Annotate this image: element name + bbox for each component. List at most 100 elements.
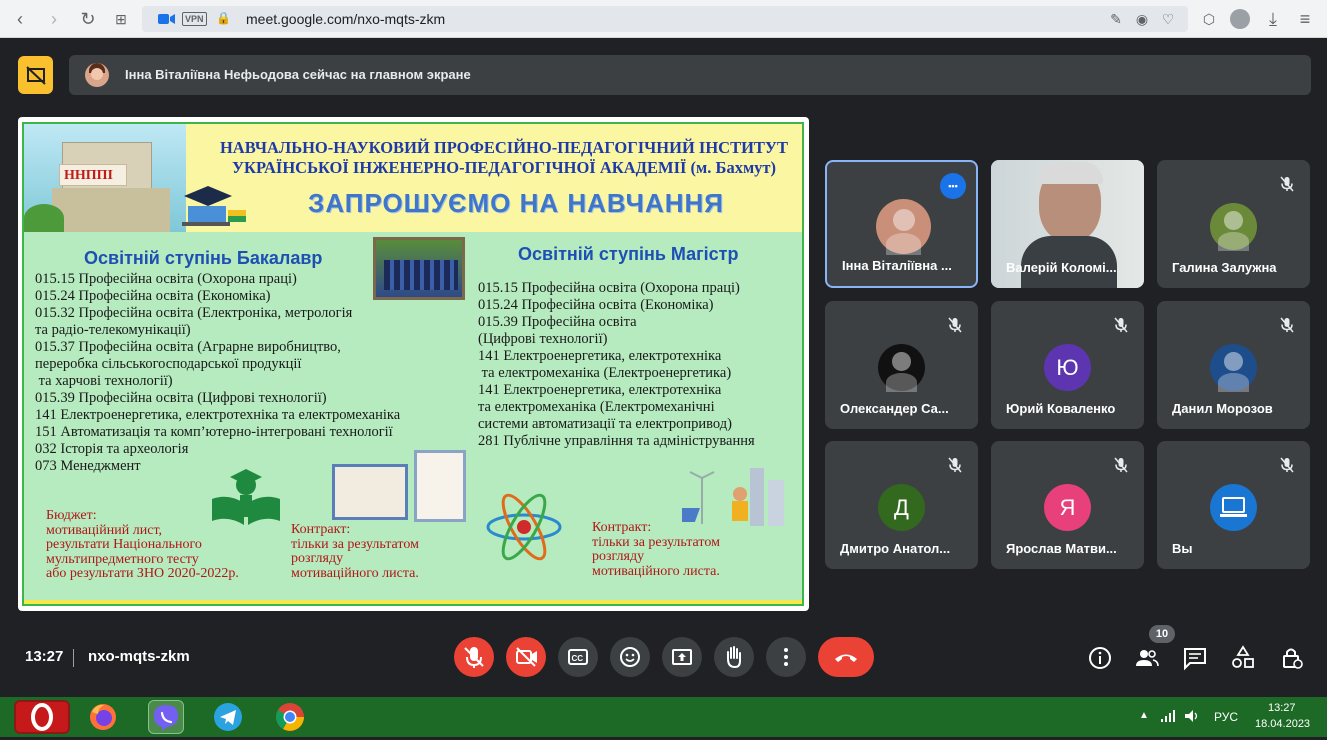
firefox-icon: [90, 704, 116, 730]
url-text[interactable]: meet.google.com/nxo-mqts-zkm: [246, 11, 445, 27]
participant-avatar: [878, 344, 925, 392]
participant-name: Юрий Коваленко: [1006, 401, 1116, 416]
participant-avatar: [1210, 203, 1257, 251]
bachelor-heading: Освітній ступінь Бакалавр: [84, 248, 323, 268]
mic-off-icon: [1278, 175, 1296, 193]
participant-name: Дмитро Анатол...: [840, 541, 951, 556]
participant-name: Олександер Са...: [840, 401, 949, 416]
leave-call-button[interactable]: [818, 637, 874, 677]
present-screen-icon: [672, 649, 692, 665]
box-icon[interactable]: ⬡: [1198, 8, 1220, 30]
master-heading: Освітній ступінь Магістр: [518, 244, 739, 264]
captions-button[interactable]: CC: [558, 637, 598, 677]
participant-avatar: Д: [878, 484, 925, 531]
slide-bottom-stripe: [24, 600, 802, 604]
energy-illustration: [664, 464, 794, 528]
clock-date[interactable]: 18.04.2023: [1255, 718, 1310, 730]
activities-icon[interactable]: [1230, 645, 1256, 671]
speed-dial-icon[interactable]: ⊞: [110, 8, 132, 30]
microphone-button[interactable]: [454, 637, 494, 677]
participant-tile[interactable]: Ю Юрий Коваленко: [991, 301, 1144, 429]
raise-hand-button[interactable]: [714, 637, 754, 677]
language-indicator[interactable]: РУС: [1214, 710, 1238, 724]
participant-name: Інна Віталіївна ...: [842, 258, 952, 273]
network-icon[interactable]: [1160, 709, 1176, 723]
opera-button[interactable]: [14, 700, 70, 734]
meeting-code: nxo-mqts-zkm: [88, 648, 190, 665]
chat-icon[interactable]: [1182, 645, 1208, 671]
building-image: ННППІ: [24, 124, 186, 232]
volume-icon[interactable]: [1184, 709, 1200, 723]
viber-icon: [154, 705, 178, 731]
hang-up-icon: [835, 654, 857, 662]
participant-tile[interactable]: ••• Інна Віталіївна ...: [825, 160, 978, 288]
mic-off-icon: [1278, 316, 1296, 334]
mic-off-icon: [464, 647, 484, 668]
presentation-toggle-button[interactable]: [18, 56, 53, 94]
screenshot-icon[interactable]: ◉: [1132, 9, 1152, 29]
camera-button[interactable]: [506, 637, 546, 677]
lock-icon[interactable]: 🔒: [216, 11, 231, 25]
divider: [73, 649, 74, 667]
bachelor-programs: 015.15 Професійна освіта (Охорона праці)…: [35, 271, 401, 474]
telegram-icon: [214, 703, 242, 731]
download-icon[interactable]: ⤓: [1262, 8, 1284, 30]
address-bar[interactable]: VPN 🔒 meet.google.com/nxo-mqts-zkm ✎ ◉ ♡: [142, 6, 1188, 32]
viber-button[interactable]: [148, 700, 184, 734]
group-photo: [373, 237, 465, 300]
reload-icon[interactable]: ↻: [77, 8, 99, 30]
firefox-button[interactable]: [86, 700, 120, 734]
participant-tile[interactable]: Данил Морозов: [1157, 301, 1310, 429]
logo-text: ННППІ: [64, 168, 114, 183]
contract-info-bachelor: Контракт: тільки за результатом розгляду…: [291, 522, 419, 581]
hand-icon: [727, 646, 741, 669]
meeting-info-icon[interactable]: [1087, 645, 1113, 671]
captions-icon: CC: [568, 649, 588, 665]
participant-tile[interactable]: Д Дмитро Анатол...: [825, 441, 978, 569]
presenter-avatar: [85, 63, 109, 87]
mic-off-icon: [1112, 456, 1130, 474]
camera-icon: [158, 14, 175, 24]
emoji-icon: [620, 647, 640, 667]
participant-name: Вы: [1172, 541, 1193, 556]
host-controls-icon[interactable]: [1279, 645, 1305, 671]
telegram-button[interactable]: [211, 700, 245, 734]
present-button[interactable]: [662, 637, 702, 677]
presenter-banner: Інна Віталіївна Нефьодова сейчас на глав…: [69, 55, 1311, 95]
people-icon[interactable]: [1134, 645, 1160, 671]
participant-tile[interactable]: Олександер Са...: [825, 301, 978, 429]
mic-off-icon: [1112, 316, 1130, 334]
atom-icon: [484, 489, 564, 565]
profile-icon[interactable]: [1230, 9, 1250, 29]
participant-name: Валерій Коломі...: [1006, 260, 1117, 275]
participant-tile[interactable]: Валерій Коломі...: [991, 160, 1144, 288]
participant-tile[interactable]: Галина Залужна: [1157, 160, 1310, 288]
tray-expand-icon[interactable]: ▲: [1139, 710, 1149, 721]
participant-avatar: [876, 199, 931, 256]
participant-name: Данил Морозов: [1172, 401, 1273, 416]
more-vert-icon: [784, 648, 788, 666]
menu-icon[interactable]: ≡: [1294, 8, 1316, 30]
reactions-button[interactable]: [610, 637, 650, 677]
shared-screen[interactable]: ННППІ НАВЧАЛЬНО-НАУКОВИЙ ПРОФЕСІЙНО-ПЕДА…: [18, 117, 809, 611]
participant-name: Галина Залужна: [1172, 260, 1277, 275]
heart-icon[interactable]: ♡: [1158, 9, 1178, 29]
slide-content: ННППІ НАВЧАЛЬНО-НАУКОВИЙ ПРОФЕСІЙНО-ПЕДА…: [22, 122, 804, 606]
more-options-button[interactable]: [766, 637, 806, 677]
back-icon[interactable]: ‹: [9, 8, 31, 30]
more-options-icon[interactable]: •••: [940, 173, 966, 199]
participant-tile[interactable]: Вы: [1157, 441, 1310, 569]
vpn-badge[interactable]: VPN: [182, 12, 207, 26]
meeting-time: 13:27: [25, 648, 64, 665]
participant-count-badge: 10: [1149, 625, 1175, 643]
participant-avatar: [1210, 484, 1257, 531]
edit-icon[interactable]: ✎: [1106, 9, 1126, 29]
participant-tile[interactable]: Я Ярослав Матви...: [991, 441, 1144, 569]
certificate-image-1: [332, 464, 408, 520]
contract-info-master: Контракт: тільки за результатом розгляду…: [592, 520, 720, 579]
forward-icon[interactable]: ›: [43, 8, 65, 30]
mic-off-icon: [1278, 456, 1296, 474]
chrome-button[interactable]: [273, 700, 307, 734]
participant-avatar: Ю: [1044, 344, 1091, 391]
clock-time[interactable]: 13:27: [1268, 702, 1296, 714]
